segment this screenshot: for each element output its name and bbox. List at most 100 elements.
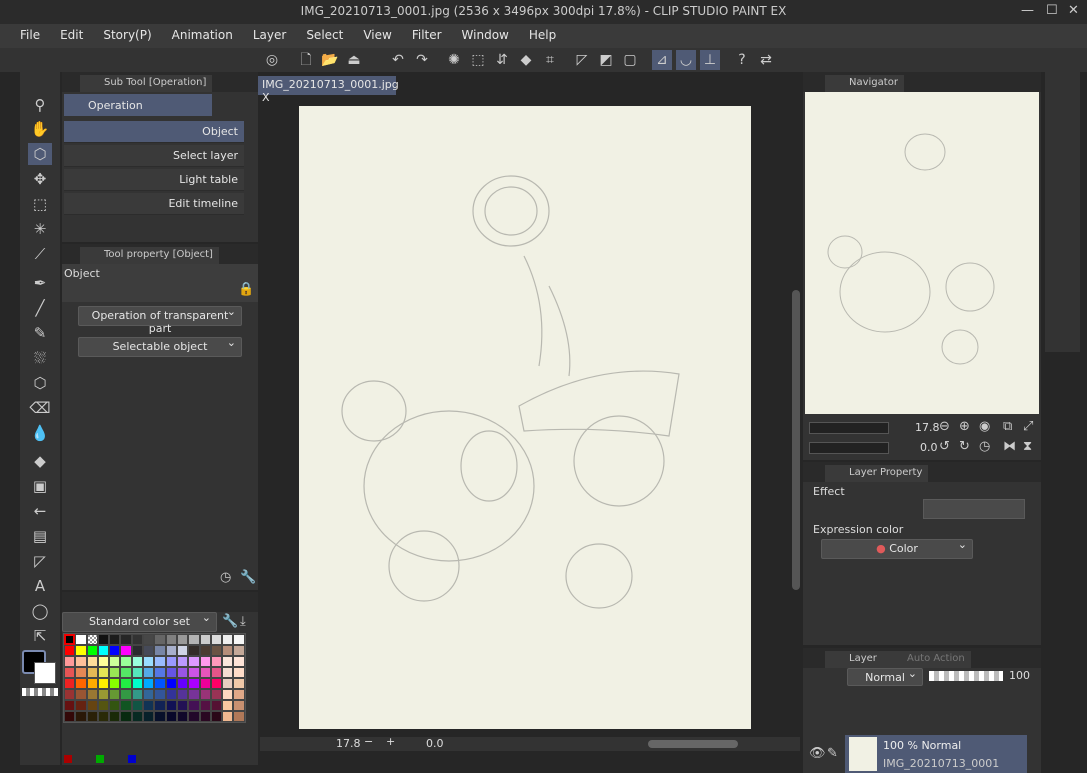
subtool-item-edit-timeline[interactable]: Edit timeline <box>64 193 244 215</box>
color-swatch[interactable] <box>109 711 121 722</box>
color-swatch[interactable] <box>222 634 234 645</box>
color-swatch[interactable] <box>86 700 98 711</box>
color-swatch[interactable] <box>154 656 166 667</box>
layer-tab[interactable]: Layer <box>825 651 883 668</box>
color-swatch[interactable] <box>176 678 189 689</box>
color-swatch[interactable] <box>199 645 211 656</box>
color-swatch[interactable] <box>120 634 132 645</box>
ruler-icon[interactable]: ◩ <box>596 50 616 70</box>
color-swatch[interactable] <box>143 689 155 700</box>
color-swatch[interactable] <box>165 667 177 678</box>
horizontal-scrollbar[interactable] <box>648 740 738 748</box>
selection-tool-icon[interactable]: ⬚ <box>28 193 52 215</box>
color-swatch[interactable] <box>120 656 132 667</box>
balloon-tool-icon[interactable]: ◯ <box>28 600 52 622</box>
zoom-in-icon[interactable]: ⊕ <box>959 419 970 434</box>
color-set-dropdown[interactable]: Standard color set <box>62 611 217 632</box>
color-swatch[interactable] <box>176 667 189 678</box>
color-swatch[interactable] <box>75 645 87 656</box>
color-swatch[interactable] <box>86 656 98 667</box>
color-swatch[interactable] <box>165 700 177 711</box>
eraser-icon[interactable]: ⌫ <box>28 397 52 419</box>
opacity-slider[interactable] <box>929 671 1003 681</box>
color-swatch[interactable] <box>165 656 177 667</box>
color-swatch[interactable] <box>176 700 189 711</box>
color-swatch[interactable] <box>97 689 110 700</box>
color-swatch[interactable] <box>131 700 144 711</box>
color-swatch[interactable] <box>176 634 189 645</box>
color-swatch[interactable] <box>176 711 189 722</box>
opacity-value[interactable]: 100 <box>1009 669 1030 682</box>
color-swatch[interactable] <box>131 689 144 700</box>
flip-vertical-icon[interactable]: ⧗ <box>1023 439 1032 454</box>
actual-size-icon[interactable]: ◉ <box>979 419 990 434</box>
help-icon[interactable]: ? <box>732 50 752 70</box>
color-swatch[interactable] <box>64 689 76 700</box>
color-swatch[interactable] <box>86 711 98 722</box>
rotate-left-icon[interactable]: ↺ <box>939 439 950 454</box>
subtool-item-select-layer[interactable]: Select layer <box>64 145 244 167</box>
color-swatch[interactable] <box>210 656 223 667</box>
color-swatch[interactable] <box>131 656 144 667</box>
color-swatch[interactable] <box>64 656 76 667</box>
brush-tool-icon[interactable]: ✎ <box>28 322 52 344</box>
wrench-icon[interactable]: 🔧 <box>222 614 238 629</box>
color-swatch[interactable] <box>233 645 245 656</box>
color-swatch[interactable] <box>210 634 223 645</box>
pen-tool-icon[interactable]: ✒ <box>28 272 52 294</box>
color-swatch[interactable] <box>109 700 121 711</box>
color-swatch[interactable] <box>109 689 121 700</box>
settings-wrench-icon[interactable]: 🔧 <box>240 570 256 585</box>
color-swatch[interactable] <box>109 645 121 656</box>
color-swatch[interactable] <box>222 711 234 722</box>
color-swatch[interactable] <box>120 711 132 722</box>
operation-tool-icon[interactable]: ⬡ <box>28 143 52 165</box>
color-swatch[interactable] <box>199 689 211 700</box>
document-tab[interactable]: IMG_20210713_0001.jpg X <box>258 76 399 104</box>
color-swatch[interactable] <box>75 700 87 711</box>
snap-special-icon[interactable]: ◡ <box>676 50 696 70</box>
import-icon[interactable]: ⤓ <box>240 614 246 629</box>
canvas-zoom-value[interactable]: 17.8 <box>336 737 361 750</box>
color-swatch[interactable] <box>176 645 189 656</box>
zoom-tool-icon[interactable]: ⚲ <box>28 94 52 116</box>
sub-tool-tab[interactable]: Sub Tool [Operation] <box>80 75 213 92</box>
color-swatch[interactable] <box>188 667 200 678</box>
color-swatch[interactable] <box>97 700 110 711</box>
color-swatch[interactable] <box>165 645 177 656</box>
clear-selection-icon[interactable]: ✺ <box>444 50 464 70</box>
color-swatch[interactable] <box>188 656 200 667</box>
color-swatch[interactable] <box>64 700 76 711</box>
color-swatch[interactable] <box>199 634 211 645</box>
color-swatch[interactable] <box>143 634 155 645</box>
color-swatch[interactable] <box>86 634 98 645</box>
color-swatch[interactable] <box>233 678 245 689</box>
correct-line-icon[interactable]: ⇱ <box>28 625 52 647</box>
color-swatch[interactable] <box>154 634 166 645</box>
hand-tool-icon[interactable]: ✋ <box>28 118 52 140</box>
color-swatch[interactable] <box>154 645 166 656</box>
color-swatch[interactable] <box>143 667 155 678</box>
frame-border-icon[interactable]: ▤ <box>28 525 52 547</box>
color-swatch[interactable] <box>188 645 200 656</box>
color-swatch[interactable] <box>199 678 211 689</box>
pen-edit-icon[interactable]: ✎ <box>827 746 838 761</box>
fill-tool-icon[interactable]: ◆ <box>28 450 52 472</box>
menu-edit[interactable]: Edit <box>52 24 91 48</box>
reset-rotation-icon[interactable]: ◷ <box>979 439 990 454</box>
transform-icon[interactable]: ⇵ <box>492 50 512 70</box>
selectable-object-dropdown[interactable]: Selectable object <box>78 336 242 357</box>
color-swatch[interactable] <box>233 711 245 722</box>
layer-item[interactable]: 100 % Normal IMG_20210713_0001 <box>845 735 1027 773</box>
maximize-button[interactable]: ☐ <box>1046 3 1058 18</box>
transparent-part-dropdown[interactable]: Operation of transparent part <box>78 305 242 335</box>
color-swatch[interactable] <box>64 645 76 656</box>
color-swatch[interactable] <box>131 667 144 678</box>
color-swatch[interactable] <box>97 656 110 667</box>
color-swatch[interactable] <box>64 634 76 645</box>
menu-animation[interactable]: Animation <box>164 24 241 48</box>
color-swatch[interactable] <box>210 645 223 656</box>
color-swatch[interactable] <box>222 700 234 711</box>
color-swatch[interactable] <box>109 678 121 689</box>
subtool-item-object[interactable]: Object <box>64 121 244 143</box>
